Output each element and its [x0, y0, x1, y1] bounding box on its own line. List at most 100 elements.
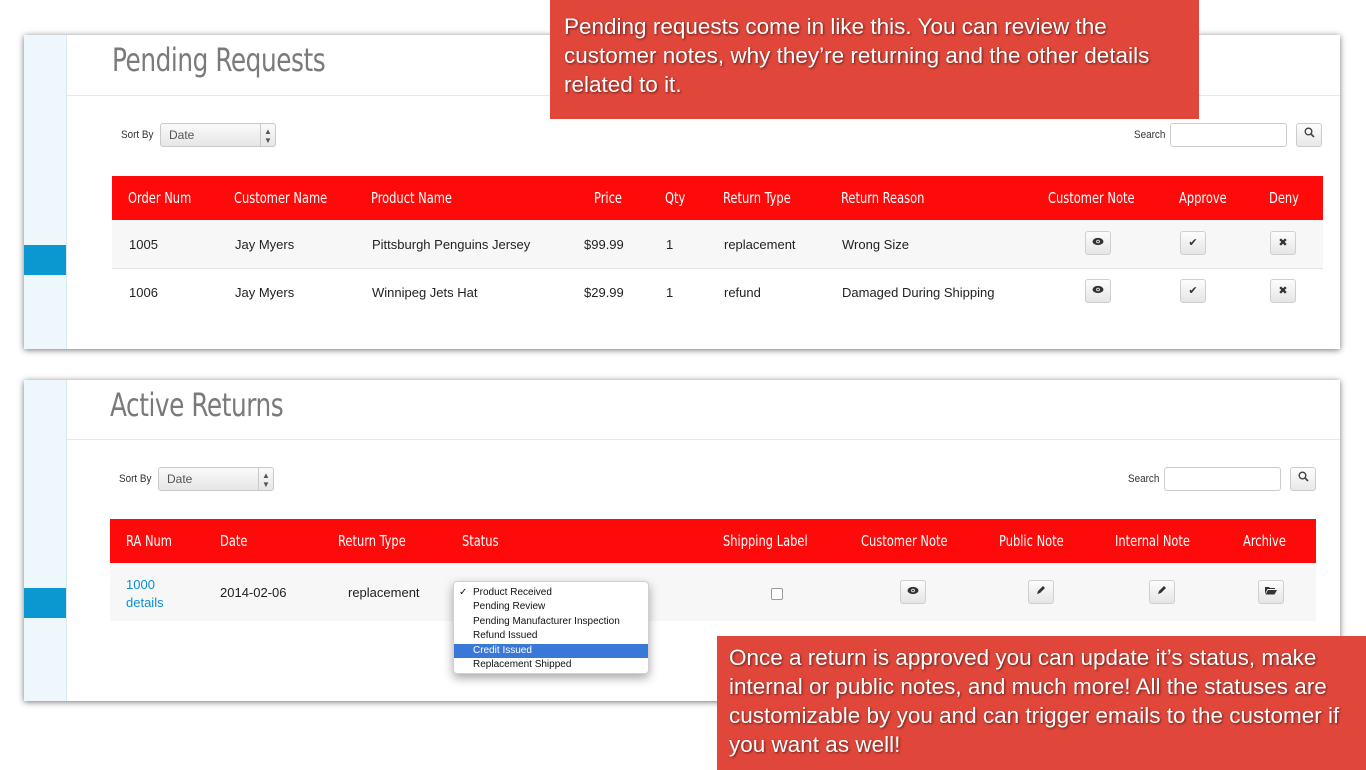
- status-option-pending-manufacturer-inspection[interactable]: Pending Manufacturer Inspection: [454, 615, 648, 629]
- col-customer-name: Customer Name: [234, 189, 328, 207]
- search-button[interactable]: [1296, 123, 1322, 147]
- table-row: 1006 Jay Myers Winnipeg Jets Hat $29.99 …: [112, 269, 1323, 317]
- col-customer-note: Customer Note: [1048, 189, 1135, 207]
- pending-requests-table: Order Num Customer Name Product Name Pri…: [112, 176, 1323, 321]
- order-num: 1005: [129, 237, 158, 252]
- check-icon: ✔: [1188, 285, 1198, 297]
- active-returns-title: Active Returns: [110, 386, 284, 424]
- return-reason: Wrong Size: [842, 237, 909, 252]
- col-ra-num: RA Num: [126, 532, 172, 550]
- archive-button[interactable]: [1258, 580, 1284, 604]
- title-divider: [67, 439, 1340, 440]
- col-qty: Qty: [665, 189, 686, 207]
- return-type: replacement: [348, 585, 420, 600]
- select-arrows-icon: ▲ ▼: [260, 124, 275, 146]
- status-option-product-received[interactable]: ✓ Product Received: [454, 586, 648, 600]
- status-option-refund-issued[interactable]: Refund Issued: [454, 629, 648, 643]
- sort-by-select[interactable]: Date ▲ ▼: [160, 123, 276, 147]
- search-icon: [1298, 471, 1309, 485]
- col-archive: Archive: [1243, 532, 1286, 550]
- select-arrows-icon: ▲ ▼: [258, 468, 273, 490]
- edit-internal-note-button[interactable]: [1149, 580, 1175, 604]
- sort-by-label: Sort By: [121, 129, 154, 141]
- col-return-type: Return Type: [338, 532, 406, 550]
- folder-open-icon: [1265, 586, 1277, 598]
- table-header: RA Num Date Return Type Status Shipping …: [110, 519, 1316, 563]
- view-note-button[interactable]: [1085, 279, 1111, 303]
- col-approve: Approve: [1179, 189, 1227, 207]
- search-label: Search: [1134, 129, 1166, 141]
- status-option-label: Refund Issued: [473, 630, 538, 642]
- return-type: replacement: [724, 237, 796, 252]
- col-price: Price: [594, 189, 622, 207]
- return-type: refund: [724, 285, 761, 300]
- qty: 1: [666, 237, 674, 252]
- view-note-button[interactable]: [1085, 231, 1111, 255]
- qty: 1: [666, 285, 674, 300]
- sort-by-select[interactable]: Date ▲ ▼: [158, 467, 274, 491]
- customer-name: Jay Myers: [235, 285, 295, 300]
- status-option-label: Replacement Shipped: [473, 658, 572, 670]
- callout-pending-requests: Pending requests come in like this. You …: [550, 0, 1199, 119]
- approve-button[interactable]: ✔: [1180, 231, 1206, 255]
- sidebar-strip: [24, 380, 67, 701]
- check-icon: ✔: [1188, 237, 1198, 249]
- approve-button[interactable]: ✔: [1180, 279, 1206, 303]
- status-option-credit-issued[interactable]: Credit Issued: [454, 643, 648, 658]
- close-icon: ✖: [1278, 237, 1288, 249]
- edit-public-note-button[interactable]: [1028, 580, 1054, 604]
- details-link[interactable]: details: [126, 595, 164, 610]
- sort-by-value: Date: [167, 472, 193, 486]
- product-name: Winnipeg Jets Hat: [372, 285, 478, 300]
- sidebar-strip: [24, 35, 67, 349]
- col-return-type: Return Type: [723, 189, 791, 207]
- search-input[interactable]: [1170, 123, 1287, 147]
- shipping-label-checkbox[interactable]: [771, 588, 783, 600]
- return-reason: Damaged During Shipping: [842, 285, 995, 300]
- checkmark-icon: ✓: [459, 587, 468, 598]
- eye-icon: [907, 586, 919, 598]
- status-dropdown-menu[interactable]: ✓ Product Received Pending Review Pendin…: [453, 581, 649, 674]
- col-shipping-label: Shipping Label: [723, 532, 808, 550]
- pencil-icon: [1157, 586, 1167, 598]
- search-button[interactable]: [1290, 467, 1316, 491]
- eye-icon: [1092, 285, 1104, 297]
- active-returns-table: RA Num Date Return Type Status Shipping …: [110, 519, 1316, 621]
- search-icon: [1304, 127, 1315, 141]
- pencil-icon: [1036, 586, 1046, 598]
- col-status: Status: [462, 532, 499, 550]
- col-return-reason: Return Reason: [841, 189, 925, 207]
- sidebar-active-indicator: [24, 588, 66, 618]
- customer-name: Jay Myers: [235, 237, 295, 252]
- status-option-replacement-shipped[interactable]: Replacement Shipped: [454, 658, 648, 672]
- table-header: Order Num Customer Name Product Name Pri…: [112, 176, 1323, 220]
- status-option-pending-review[interactable]: Pending Review: [454, 600, 648, 614]
- col-customer-note: Customer Note: [861, 532, 948, 550]
- col-date: Date: [220, 532, 248, 550]
- status-option-label: Pending Manufacturer Inspection: [473, 615, 620, 627]
- col-internal-note: Internal Note: [1115, 532, 1190, 550]
- ra-num-link[interactable]: 1000: [126, 577, 155, 592]
- price: $99.99: [584, 237, 624, 252]
- price: $29.99: [584, 285, 624, 300]
- col-public-note: Public Note: [999, 532, 1064, 550]
- col-order-num: Order Num: [128, 189, 192, 207]
- sort-by-value: Date: [169, 128, 195, 142]
- status-option-label: Pending Review: [473, 601, 546, 613]
- view-customer-note-button[interactable]: [900, 580, 926, 604]
- callout-active-returns: Once a return is approved you can update…: [717, 636, 1366, 770]
- product-name: Pittsburgh Penguins Jersey: [372, 237, 531, 252]
- pending-requests-title: Pending Requests: [112, 41, 326, 79]
- deny-button[interactable]: ✖: [1270, 279, 1296, 303]
- search-input[interactable]: [1164, 467, 1281, 491]
- deny-button[interactable]: ✖: [1270, 231, 1296, 255]
- return-date: 2014-02-06: [220, 585, 287, 600]
- close-icon: ✖: [1278, 285, 1288, 297]
- col-deny: Deny: [1269, 189, 1299, 207]
- order-num: 1006: [129, 285, 158, 300]
- table-row: 1000 details 2014-02-06 replacement: [110, 563, 1316, 621]
- table-row: 1005 Jay Myers Pittsburgh Penguins Jerse…: [112, 220, 1323, 268]
- sort-by-label: Sort By: [119, 473, 152, 485]
- col-product-name: Product Name: [371, 189, 452, 207]
- eye-icon: [1092, 237, 1104, 249]
